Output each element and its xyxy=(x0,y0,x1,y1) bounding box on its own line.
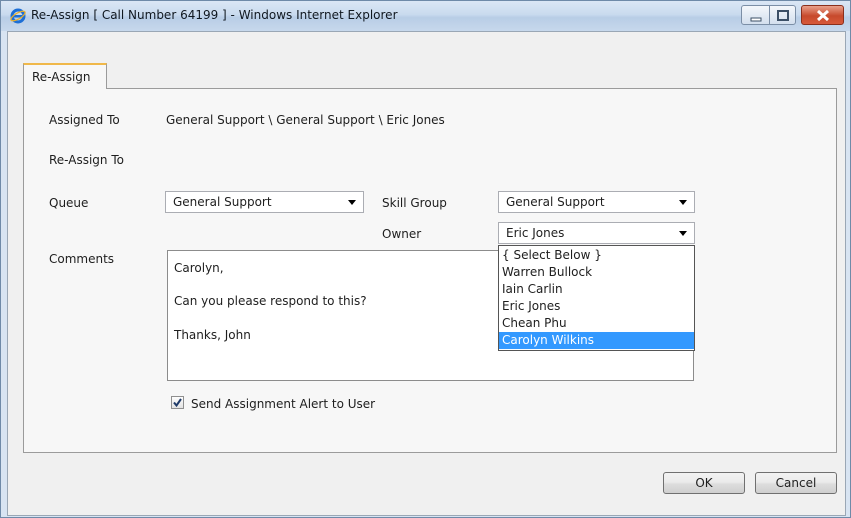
tab-label: Re-Assign xyxy=(32,70,91,84)
comment-line: Carolyn, xyxy=(174,261,224,275)
checkmark-icon xyxy=(173,398,182,408)
ie-icon xyxy=(10,8,26,24)
comment-line: Can you please respond to this? xyxy=(174,294,367,308)
owner-select[interactable]: Eric Jones xyxy=(498,222,695,244)
maximize-button[interactable] xyxy=(769,5,796,25)
alert-checkbox-label[interactable]: Send Assignment Alert to User xyxy=(191,397,375,411)
assigned-to-label: Assigned To xyxy=(49,113,120,127)
owner-option[interactable]: Chean Phu xyxy=(499,315,694,332)
skill-group-label: Skill Group xyxy=(382,196,447,210)
owner-option[interactable]: Eric Jones xyxy=(499,298,694,315)
comment-line: Thanks, John xyxy=(174,328,251,342)
owner-option[interactable]: Iain Carlin xyxy=(499,281,694,298)
reassign-to-label: Re-Assign To xyxy=(49,153,124,167)
chevron-down-icon xyxy=(679,231,687,236)
close-button[interactable] xyxy=(801,5,844,25)
owner-option[interactable]: Warren Bullock xyxy=(499,264,694,281)
owner-value: Eric Jones xyxy=(506,226,565,240)
alert-checkbox[interactable] xyxy=(171,396,184,409)
queue-label: Queue xyxy=(49,196,89,210)
window-title: Re-Assign [ Call Number 64199 ] - Window… xyxy=(31,8,398,22)
skill-group-value: General Support xyxy=(506,195,605,209)
browser-window: Re-Assign [ Call Number 64199 ] - Window… xyxy=(0,0,851,518)
cancel-button[interactable]: Cancel xyxy=(755,472,837,494)
title-bar[interactable]: Re-Assign [ Call Number 64199 ] - Window… xyxy=(1,1,850,31)
minimize-icon xyxy=(750,17,762,22)
comments-label: Comments xyxy=(49,252,115,266)
chevron-down-icon xyxy=(348,200,356,205)
chevron-down-icon xyxy=(679,200,687,205)
assigned-to-value: General Support \ General Support \ Eric… xyxy=(166,113,445,127)
queue-value: General Support xyxy=(173,195,272,209)
owner-dropdown-list: { Select Below } Warren Bullock Iain Car… xyxy=(498,245,695,351)
tab-reassign[interactable]: Re-Assign xyxy=(23,63,107,89)
ok-button[interactable]: OK xyxy=(663,472,745,494)
maximize-icon xyxy=(777,10,789,21)
skill-group-select[interactable]: General Support xyxy=(498,191,695,213)
minimize-button[interactable] xyxy=(741,5,770,25)
queue-select[interactable]: General Support xyxy=(165,191,364,213)
owner-option[interactable]: { Select Below } xyxy=(499,247,694,264)
close-icon xyxy=(816,9,830,22)
owner-option-highlighted[interactable]: Carolyn Wilkins xyxy=(499,332,694,349)
owner-label: Owner xyxy=(382,227,422,241)
